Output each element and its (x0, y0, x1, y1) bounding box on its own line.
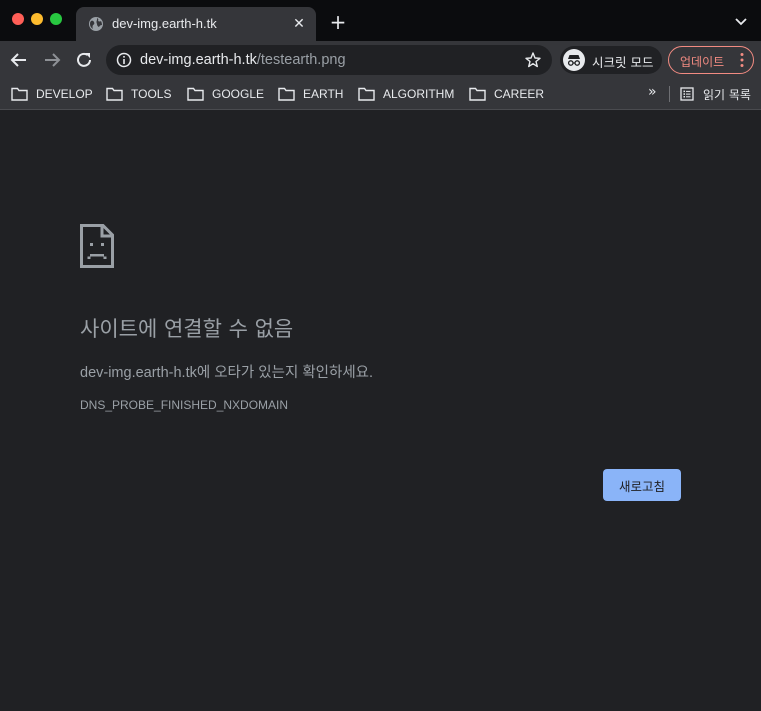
window-close-button[interactable] (12, 13, 24, 25)
chevron-down-icon[interactable] (733, 13, 749, 29)
url-path: /testearth.png (256, 52, 346, 68)
error-title: 사이트에 연결할 수 없음 (80, 317, 294, 341)
folder-icon (11, 87, 28, 101)
bookmark-folder-tools[interactable]: TOOLS (106, 84, 171, 104)
bookmark-star-icon[interactable] (524, 51, 542, 69)
toolbar: dev-img.earth-h.tk/testearth.png 시크릿 모드 … (0, 41, 761, 78)
window-maximize-button[interactable] (50, 13, 62, 25)
more-vertical-icon[interactable] (740, 52, 744, 68)
bookmarks-bar: DEVELOP TOOLS GOOGLE EARTH ALGORITHM CAR… (0, 78, 761, 110)
bookmark-folder-career[interactable]: CAREER (469, 84, 544, 104)
bookmarks-overflow-button[interactable]: » (648, 84, 657, 100)
incognito-indicator[interactable]: 시크릿 모드 (560, 46, 662, 74)
folder-icon (187, 87, 204, 101)
bookmark-label: ALGORITHM (383, 87, 455, 101)
error-message: dev-img.earth-h.tk에 오타가 있는지 확인하세요. (80, 365, 374, 381)
incognito-icon (563, 49, 585, 71)
folder-icon (469, 87, 486, 101)
address-bar[interactable]: dev-img.earth-h.tk/testearth.png (106, 45, 552, 75)
site-info-icon[interactable] (116, 52, 132, 68)
title-bar: dev-img.earth-h.tk ✕ + (0, 0, 761, 41)
update-button[interactable]: 업데이트 (668, 46, 754, 74)
url-host: dev-img.earth-h.tk (140, 52, 257, 68)
back-arrow-icon[interactable] (9, 50, 29, 70)
bookmark-folder-earth[interactable]: EARTH (278, 84, 343, 104)
error-code: DNS_PROBE_FINISHED_NXDOMAIN (80, 398, 289, 412)
forward-arrow-icon[interactable] (42, 50, 62, 70)
browser-tab[interactable]: dev-img.earth-h.tk ✕ (76, 7, 316, 41)
reading-list-icon (680, 87, 694, 101)
url-text[interactable]: dev-img.earth-h.tk/testearth.png (140, 52, 346, 68)
sad-page-icon (80, 224, 114, 268)
new-tab-button[interactable]: + (328, 12, 348, 32)
tab-title: dev-img.earth-h.tk (112, 16, 217, 31)
bookmark-label: GOOGLE (212, 87, 265, 101)
reload-button[interactable]: 새로고침 (603, 469, 681, 501)
bookmark-label: TOOLS (131, 87, 172, 101)
tab-close-icon[interactable]: ✕ (290, 15, 308, 33)
bookmark-folder-develop[interactable]: DEVELOP (11, 84, 93, 104)
incognito-label: 시크릿 모드 (592, 55, 654, 70)
folder-icon (358, 87, 375, 101)
bookmark-label: EARTH (303, 87, 344, 101)
window-minimize-button[interactable] (31, 13, 43, 25)
folder-icon (106, 87, 123, 101)
reload-icon[interactable] (74, 50, 94, 70)
bookmarks-divider (669, 86, 670, 102)
bookmark-folder-google[interactable]: GOOGLE (187, 84, 264, 104)
folder-icon (278, 87, 295, 101)
globe-icon (89, 17, 103, 31)
reading-list-label: 읽기 목록 (703, 87, 751, 102)
bookmark-label: CAREER (494, 87, 545, 101)
update-label: 업데이트 (680, 55, 725, 69)
reading-list-button[interactable]: 읽기 목록 (680, 84, 751, 104)
bookmark-folder-algorithm[interactable]: ALGORITHM (358, 84, 454, 104)
bookmark-label: DEVELOP (36, 87, 93, 101)
